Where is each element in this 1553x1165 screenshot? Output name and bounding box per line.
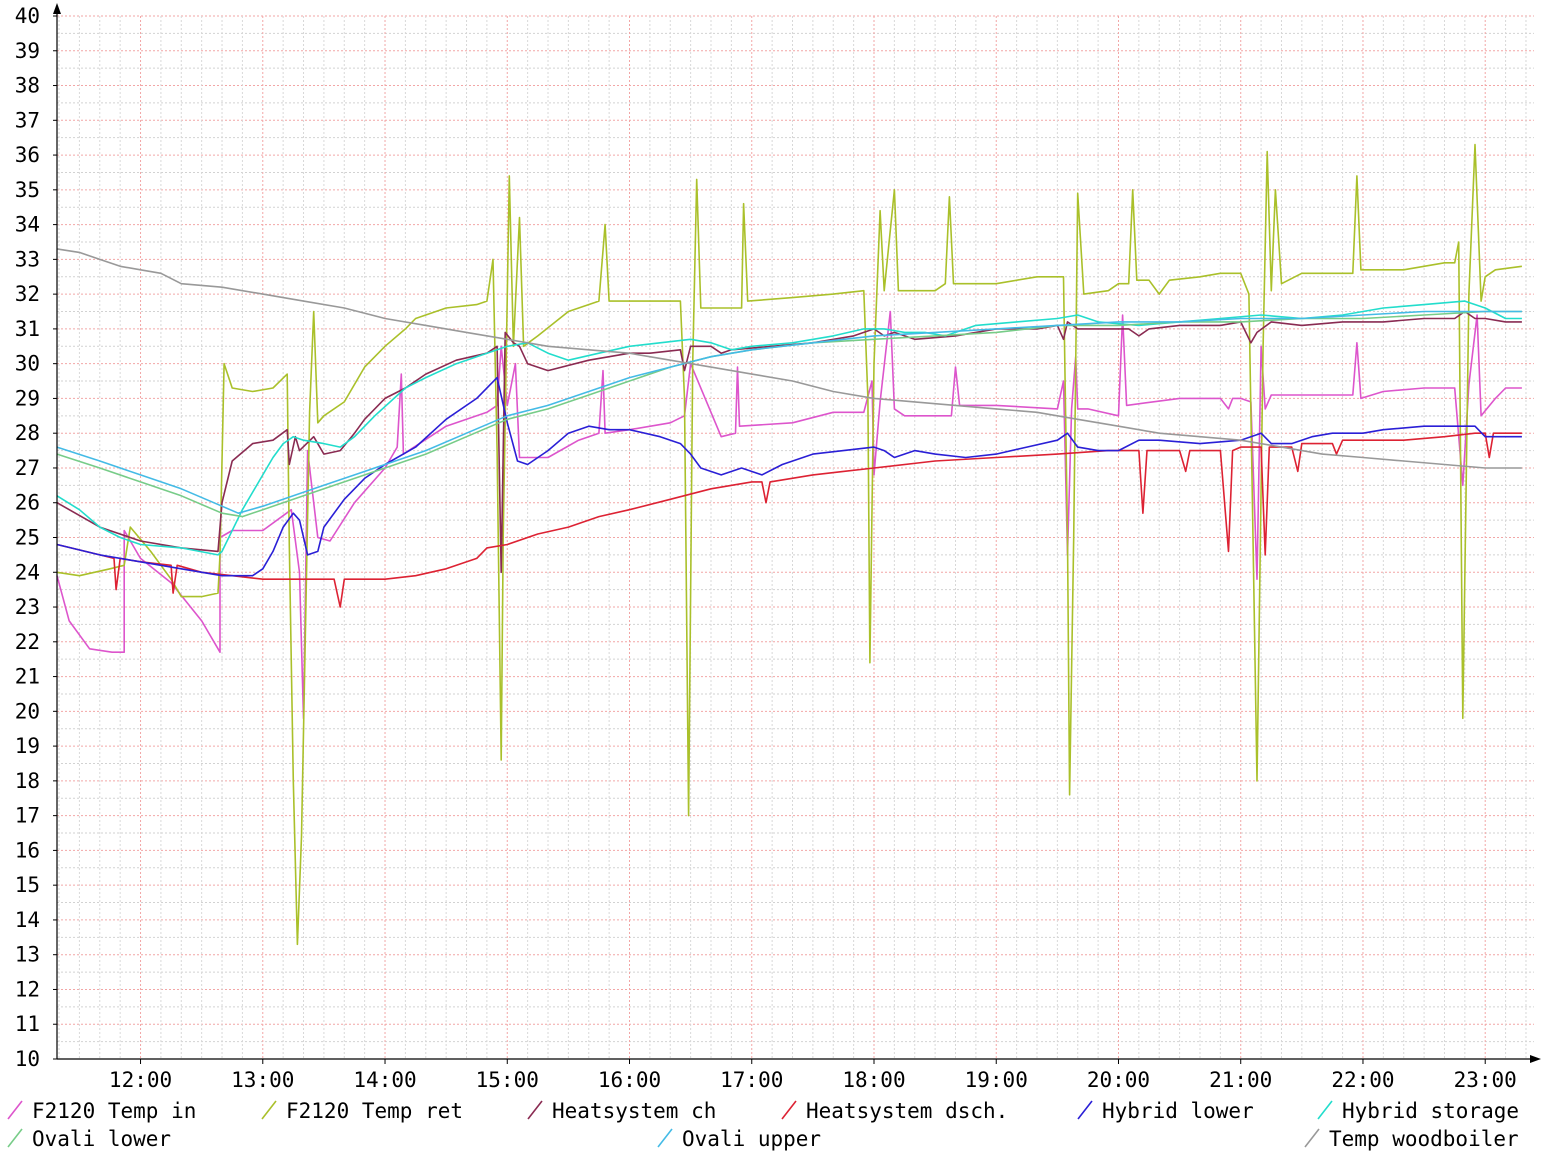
- x-tick-label: 21:00: [1209, 1068, 1272, 1092]
- y-tick-label: 22: [15, 630, 40, 654]
- y-tick-label: 26: [15, 491, 40, 515]
- y-tick-label: 40: [15, 4, 40, 28]
- y-tick-label: 17: [15, 804, 40, 828]
- legend-item-3: Heatsystem ch: [527, 1099, 716, 1123]
- y-tick-label: 39: [15, 39, 40, 63]
- legend-item-5: Hybrid lower: [1077, 1099, 1254, 1123]
- y-tick-label: 14: [15, 908, 40, 932]
- x-tick-label: 13:00: [231, 1068, 294, 1092]
- x-tick-label: 20:00: [1087, 1068, 1150, 1092]
- legend-item-4: Heatsystem dsch.: [781, 1099, 1008, 1123]
- legend-item-7: Ovali lower: [7, 1127, 171, 1151]
- legend-label: Ovali lower: [32, 1127, 171, 1151]
- legend-item-2: F2120 Temp ret: [261, 1099, 463, 1123]
- x-tick-label: 16:00: [598, 1068, 661, 1092]
- y-tick-label: 38: [15, 74, 40, 98]
- y-tick-label: 29: [15, 386, 40, 410]
- y-tick-label: 32: [15, 282, 40, 306]
- y-tick-label: 11: [15, 1012, 40, 1036]
- y-tick-label: 30: [15, 352, 40, 376]
- legend-label: F2120 Temp ret: [286, 1099, 463, 1123]
- legend-item-8: Ovali upper: [657, 1127, 821, 1151]
- y-tick-label: 33: [15, 247, 40, 271]
- y-tick-label: 24: [15, 560, 40, 584]
- legend-label: Heatsystem ch: [552, 1099, 716, 1123]
- y-tick-label: 12: [15, 977, 40, 1001]
- y-tick-label: 19: [15, 734, 40, 758]
- y-tick-label: 36: [15, 143, 40, 167]
- x-tick-label: 22:00: [1331, 1068, 1394, 1092]
- y-tick-label: 15: [15, 873, 40, 897]
- y-tick-label: 28: [15, 421, 40, 445]
- legend-label: Hybrid storage: [1342, 1099, 1519, 1123]
- y-tick-label: 16: [15, 838, 40, 862]
- x-tick-label: 14:00: [353, 1068, 416, 1092]
- x-tick-label: 17:00: [720, 1068, 783, 1092]
- legend-label: Ovali upper: [682, 1127, 821, 1151]
- x-tick-label: 18:00: [842, 1068, 905, 1092]
- legend-label: Heatsystem dsch.: [806, 1099, 1008, 1123]
- legend-item-6: Hybrid storage: [1317, 1099, 1519, 1123]
- y-tick-label: 20: [15, 699, 40, 723]
- y-tick-label: 31: [15, 317, 40, 341]
- legend-label: F2120 Temp in: [32, 1099, 196, 1123]
- x-tick-label: 15:00: [476, 1068, 539, 1092]
- legend-label: Temp woodboiler: [1329, 1127, 1519, 1151]
- y-tick-label: 21: [15, 665, 40, 689]
- legend-item-1: F2120 Temp in: [7, 1099, 196, 1123]
- y-tick-label: 27: [15, 456, 40, 480]
- legend-item-9: Temp woodboiler: [1304, 1127, 1519, 1151]
- x-tick-label: 23:00: [1454, 1068, 1517, 1092]
- y-tick-label: 37: [15, 108, 40, 132]
- x-tick-label: 12:00: [109, 1068, 172, 1092]
- y-tick-label: 34: [15, 213, 40, 237]
- x-tick-label: 19:00: [965, 1068, 1028, 1092]
- y-tick-label: 13: [15, 943, 40, 967]
- y-tick-label: 25: [15, 526, 40, 550]
- y-tick-label: 23: [15, 595, 40, 619]
- y-tick-label: 35: [15, 178, 40, 202]
- line-chart: 10 11 12 13 14 15 16 17 18 19 20 21 22 23 24 25 26 27 28 29…: [0, 0, 1553, 1165]
- y-tick-label: 10: [15, 1047, 40, 1071]
- legend-label: Hybrid lower: [1102, 1099, 1254, 1123]
- y-tick-label: 18: [15, 769, 40, 793]
